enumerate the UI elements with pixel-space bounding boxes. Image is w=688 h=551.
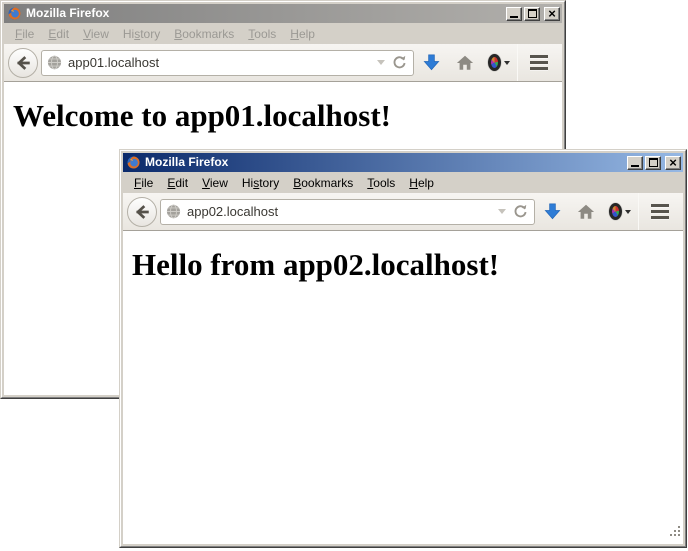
chevron-down-icon[interactable] <box>498 209 506 214</box>
url-text: app01.localhost <box>68 55 373 70</box>
open-menu-button[interactable] <box>640 196 680 228</box>
back-arrow-icon <box>133 203 151 221</box>
url-text: app02.localhost <box>187 204 494 219</box>
close-icon: × <box>669 158 677 168</box>
titlebar[interactable]: Mozilla Firefox × <box>123 153 683 172</box>
menu-item-history[interactable]: History <box>116 25 167 43</box>
hamburger-menu-icon <box>530 55 548 58</box>
firefox-logo-icon <box>7 6 22 21</box>
chevron-down-icon <box>504 61 510 65</box>
page-heading: Welcome to app01.localhost! <box>13 98 554 134</box>
maximize-button[interactable] <box>645 156 661 170</box>
resize-grip-icon[interactable] <box>669 525 682 543</box>
maximize-button[interactable] <box>524 7 540 21</box>
window-title: Mozilla Firefox <box>26 4 502 23</box>
reload-icon[interactable] <box>513 204 528 219</box>
color-wheel-icon <box>609 203 622 220</box>
home-button[interactable] <box>448 47 482 79</box>
menu-item-view[interactable]: View <box>76 25 116 43</box>
firefox-logo-icon <box>126 155 141 170</box>
download-arrow-icon <box>543 202 562 221</box>
open-menu-button[interactable] <box>519 47 559 79</box>
minimize-icon <box>510 16 518 18</box>
addon-button[interactable] <box>482 47 516 79</box>
browser-window-app02: Mozilla Firefox × FileEditViewHistoryBoo… <box>119 149 687 548</box>
toolbar-separator <box>517 44 518 81</box>
titlebar[interactable]: Mozilla Firefox × <box>4 4 562 23</box>
close-button[interactable]: × <box>665 156 681 170</box>
menu-bar: FileEditViewHistoryBookmarksToolsHelp <box>123 172 683 193</box>
menu-item-edit[interactable]: Edit <box>160 174 195 192</box>
desktop: Mozilla Firefox × FileEditViewHistoryBoo… <box>0 0 688 551</box>
menu-item-view[interactable]: View <box>195 174 235 192</box>
home-icon <box>456 54 474 72</box>
globe-icon[interactable] <box>47 55 62 70</box>
back-button[interactable] <box>8 48 38 78</box>
menu-item-help[interactable]: Help <box>283 25 322 43</box>
hamburger-menu-icon <box>651 204 669 207</box>
close-button[interactable]: × <box>544 7 560 21</box>
url-bar[interactable]: app02.localhost <box>160 199 535 225</box>
minimize-icon <box>631 165 639 167</box>
download-arrow-icon <box>422 53 441 72</box>
menu-item-file[interactable]: File <box>127 174 160 192</box>
chevron-down-icon <box>625 210 631 214</box>
toolbar-separator <box>638 193 639 230</box>
reload-icon[interactable] <box>392 55 407 70</box>
back-arrow-icon <box>14 54 32 72</box>
home-icon <box>577 203 595 221</box>
navigation-toolbar: app02.localhost <box>123 193 683 231</box>
menu-item-tools[interactable]: Tools <box>241 25 283 43</box>
minimize-button[interactable] <box>627 156 643 170</box>
menu-item-tools[interactable]: Tools <box>360 174 402 192</box>
color-wheel-icon <box>488 54 501 71</box>
menu-item-history[interactable]: History <box>235 174 286 192</box>
back-button[interactable] <box>127 197 157 227</box>
menu-item-edit[interactable]: Edit <box>41 25 76 43</box>
download-button[interactable] <box>414 47 448 79</box>
menu-item-file[interactable]: File <box>8 25 41 43</box>
page-content-app02: Hello from app02.localhost! <box>123 231 683 544</box>
maximize-icon <box>528 9 537 18</box>
window-title: Mozilla Firefox <box>145 153 623 172</box>
menu-item-help[interactable]: Help <box>402 174 441 192</box>
maximize-icon <box>649 158 658 167</box>
minimize-button[interactable] <box>506 7 522 21</box>
globe-icon[interactable] <box>166 204 181 219</box>
window-frame: Mozilla Firefox × FileEditViewHistoryBoo… <box>120 150 686 547</box>
download-button[interactable] <box>535 196 569 228</box>
url-bar[interactable]: app01.localhost <box>41 50 414 76</box>
menu-item-bookmarks[interactable]: Bookmarks <box>286 174 360 192</box>
chevron-down-icon[interactable] <box>377 60 385 65</box>
addon-button[interactable] <box>603 196 637 228</box>
menu-item-bookmarks[interactable]: Bookmarks <box>167 25 241 43</box>
navigation-toolbar: app01.localhost <box>4 44 562 82</box>
close-icon: × <box>548 9 556 19</box>
page-heading: Hello from app02.localhost! <box>132 247 675 283</box>
menu-bar: FileEditViewHistoryBookmarksToolsHelp <box>4 23 562 44</box>
home-button[interactable] <box>569 196 603 228</box>
